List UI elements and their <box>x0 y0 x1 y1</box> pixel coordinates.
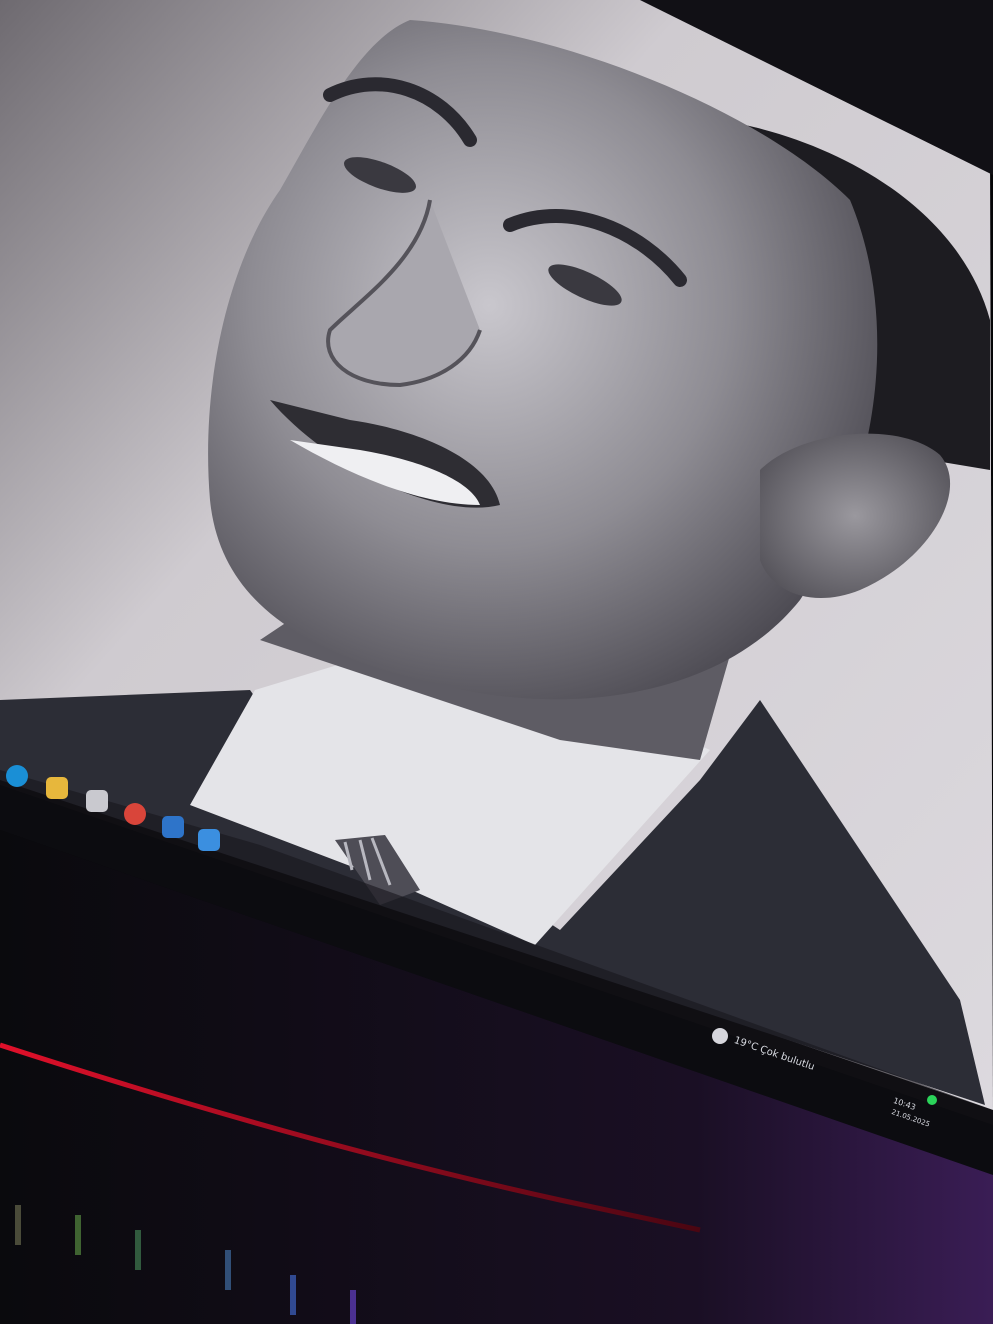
mail-icon[interactable] <box>162 816 184 838</box>
weather-icon[interactable] <box>712 1028 728 1044</box>
store-icon[interactable] <box>86 790 108 812</box>
folder-icon[interactable] <box>46 777 68 799</box>
photos-icon[interactable] <box>198 829 220 851</box>
photo-scene <box>0 0 993 1324</box>
edge-icon[interactable] <box>6 765 28 787</box>
power-indicator <box>927 1095 937 1105</box>
chrome-icon[interactable] <box>124 803 146 825</box>
